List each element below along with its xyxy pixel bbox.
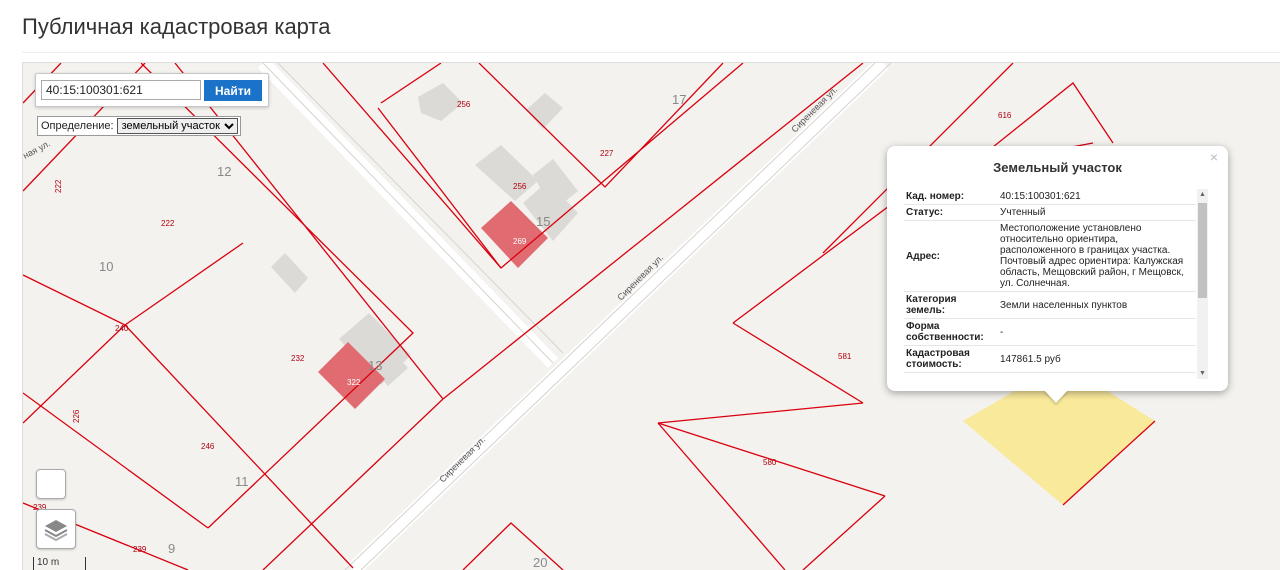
- table-row: Форма собственности: -: [904, 318, 1196, 346]
- map-control-button[interactable]: [36, 469, 66, 499]
- block-number: 10: [99, 259, 113, 274]
- parcel-label: 227: [600, 149, 614, 158]
- parcel-label: 581: [838, 352, 852, 361]
- scroll-up-icon[interactable]: ▲: [1199, 191, 1206, 198]
- attr-key: Кад. номер:: [904, 189, 998, 205]
- parcel-label: 256: [513, 182, 527, 191]
- parcel-info-popup: × Земельный участок Кад. номер: 40:15:10…: [887, 146, 1228, 391]
- street-label: ная ул.: [23, 138, 52, 161]
- parcel-attributes-table: Кад. номер: 40:15:100301:621 Статус: Учт…: [904, 189, 1196, 373]
- parcel-label: 222: [54, 179, 63, 193]
- scroll-down-icon[interactable]: ▼: [1199, 370, 1206, 377]
- block-number: 20: [533, 555, 547, 570]
- attr-key: Категория земель:: [904, 291, 998, 319]
- block-number: 17: [672, 92, 686, 107]
- parcel-label: 616: [998, 111, 1012, 120]
- parcel-label: 322: [347, 378, 361, 387]
- search-panel: Найти: [35, 73, 269, 107]
- block-number: 12: [217, 164, 231, 179]
- table-row: Статус: Учтенный: [904, 204, 1196, 221]
- attr-key: Кадастровая стоимость:: [904, 345, 998, 373]
- definition-panel: Определение: земельный участок: [37, 116, 241, 136]
- parcel-label: 246: [201, 442, 215, 451]
- attr-value: Местоположение установлено относительно …: [998, 220, 1196, 292]
- search-button[interactable]: Найти: [204, 80, 262, 101]
- attr-key: Статус:: [904, 204, 998, 221]
- definition-label: Определение:: [41, 120, 114, 132]
- attr-key: Адрес:: [904, 220, 998, 292]
- popup-title: Земельный участок: [993, 160, 1122, 175]
- parcel-label: 269: [513, 237, 527, 246]
- cadastral-map[interactable]: 256 227 256 269 616 222 222 240 232 322 …: [22, 62, 1280, 570]
- block-number: 15: [536, 214, 550, 229]
- parcel-label: 226: [72, 409, 81, 423]
- attr-value: Земли населенных пунктов: [998, 291, 1196, 319]
- block-number: 9: [168, 541, 175, 556]
- parcel-label: 580: [763, 458, 777, 467]
- attr-value: 147861.5 руб: [998, 345, 1196, 373]
- definition-select[interactable]: земельный участок: [116, 118, 238, 134]
- attr-value: 40:15:100301:621: [998, 189, 1196, 205]
- layers-icon: [44, 520, 68, 542]
- popup-scrollbar[interactable]: ▲ ▼: [1197, 189, 1208, 379]
- parcel-label: 232: [291, 354, 305, 363]
- roads: [257, 63, 892, 570]
- title-divider: [22, 52, 1280, 53]
- scale-bar: 10 m: [33, 557, 86, 570]
- parcel-label: 256: [457, 100, 471, 109]
- block-number: 11: [235, 474, 249, 489]
- parcel-label: 240: [115, 324, 129, 333]
- table-row: Кад. номер: 40:15:100301:621: [904, 189, 1196, 205]
- popup-pointer: [1044, 390, 1068, 403]
- attr-key: Форма собственности:: [904, 318, 998, 346]
- parcel-label: 239: [133, 545, 147, 554]
- layers-button[interactable]: [36, 509, 76, 549]
- table-row: Категория земель: Земли населенных пункт…: [904, 291, 1196, 319]
- page-title: Публичная кадастровая карта: [22, 14, 331, 39]
- parcel-label: 222: [161, 219, 175, 228]
- cadastral-number-input[interactable]: [41, 80, 201, 100]
- block-number: 13: [368, 358, 382, 373]
- table-row: Адрес: Местоположение установлено относи…: [904, 220, 1196, 292]
- street-labels: Сиреневая ул. Сиреневая ул. Сиреневая ул…: [23, 84, 839, 484]
- attr-value: -: [998, 318, 1196, 346]
- scrollbar-thumb[interactable]: [1198, 203, 1207, 298]
- attr-value: Учтенный: [998, 204, 1196, 221]
- table-row: Кадастровая стоимость: 147861.5 руб: [904, 345, 1196, 373]
